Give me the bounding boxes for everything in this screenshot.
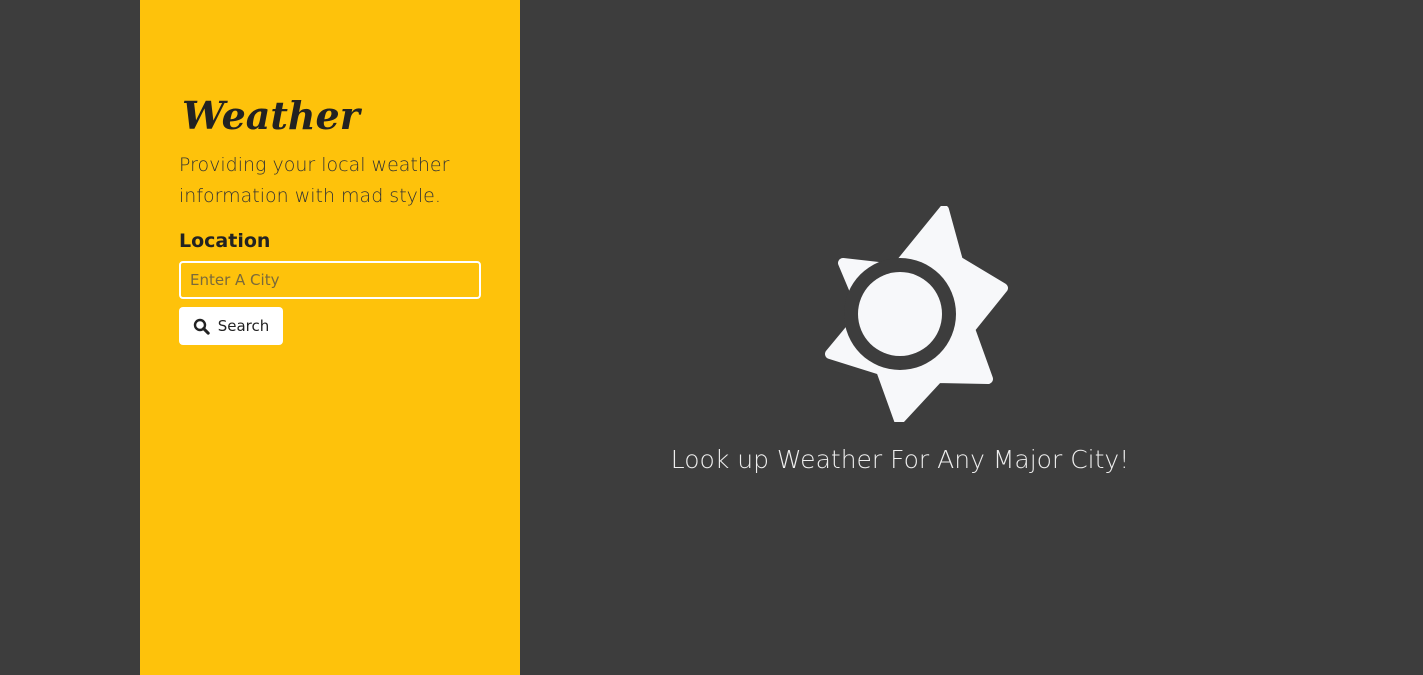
sun-icon	[825, 206, 1008, 422]
location-label: Location	[179, 230, 271, 252]
city-search-input[interactable]	[179, 261, 481, 299]
lookup-prompt: Look up Weather For Any Major City!	[670, 445, 1130, 474]
search-button-label: Search	[217, 317, 270, 335]
search-button[interactable]: Search	[179, 307, 283, 345]
search-icon	[193, 318, 210, 335]
main-panel: Look up Weather For Any Major City!	[520, 0, 1423, 675]
app-tagline: Providing your local weather information…	[179, 154, 450, 207]
sidebar: Weather Providing your local weather inf…	[140, 0, 520, 675]
app-title: Weather	[182, 93, 360, 138]
